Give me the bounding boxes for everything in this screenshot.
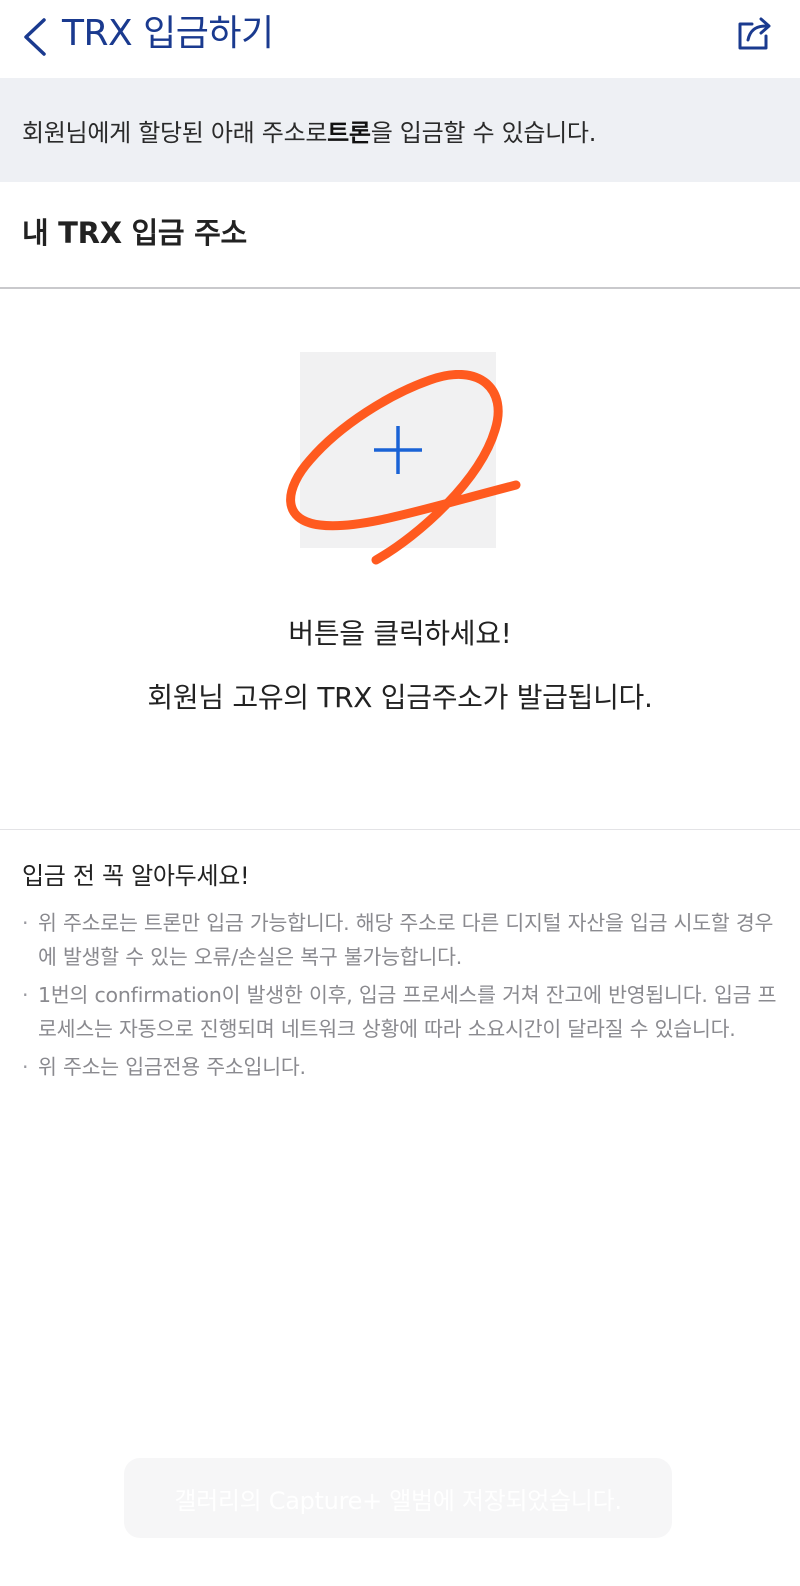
top-bar: TRX 입금하기 bbox=[0, 0, 800, 78]
add-prompt-line1: 버튼을 클릭하세요! bbox=[288, 617, 512, 650]
deposit-page: TRX 입금하기 회원님에게 할당된 아래 주소로 트론 을 입금할 수 있습니다… bbox=[0, 0, 800, 1586]
notes-divider bbox=[0, 829, 800, 830]
notice-suffix: 을 입금할 수 있습니다. bbox=[370, 118, 597, 147]
deposit-notice: 회원님에게 할당된 아래 주소로 트론 을 입금할 수 있습니다. bbox=[0, 78, 800, 182]
list-item: 위 주소로는 트론만 입금 가능합니다. 해당 주소로 다른 디지털 자산을 입… bbox=[22, 906, 782, 974]
notice-prefix: 회원님에게 할당된 아래 주소로 bbox=[22, 118, 328, 147]
notice-coin-name: 트론 bbox=[327, 118, 371, 147]
toast-message: 갤러리의 Capture+ 앨범에 저장되었습니다. bbox=[124, 1458, 672, 1538]
list-item: 1번의 confirmation이 발생한 이후, 입금 프로세스를 거쳐 잔고… bbox=[22, 978, 782, 1046]
back-button[interactable] bbox=[18, 14, 52, 60]
address-section-title: 내 TRX 입금 주소 bbox=[22, 216, 247, 250]
notes-list: 위 주소로는 트론만 입금 가능합니다. 해당 주소로 다른 디지털 자산을 입… bbox=[22, 906, 782, 1088]
notes-title: 입금 전 꼭 알아두세요! bbox=[22, 862, 250, 890]
share-icon bbox=[738, 17, 771, 50]
section-divider bbox=[0, 287, 800, 289]
plus-icon bbox=[374, 426, 422, 474]
chevron-left-icon bbox=[24, 18, 46, 56]
add-prompt-line2: 회원님 고유의 TRX 입금주소가 발급됩니다. bbox=[147, 681, 653, 714]
generate-address-button[interactable] bbox=[300, 352, 496, 548]
list-item: 위 주소는 입금전용 주소입니다. bbox=[22, 1050, 782, 1084]
share-button[interactable] bbox=[734, 12, 778, 56]
page-title: TRX 입금하기 bbox=[62, 13, 274, 54]
